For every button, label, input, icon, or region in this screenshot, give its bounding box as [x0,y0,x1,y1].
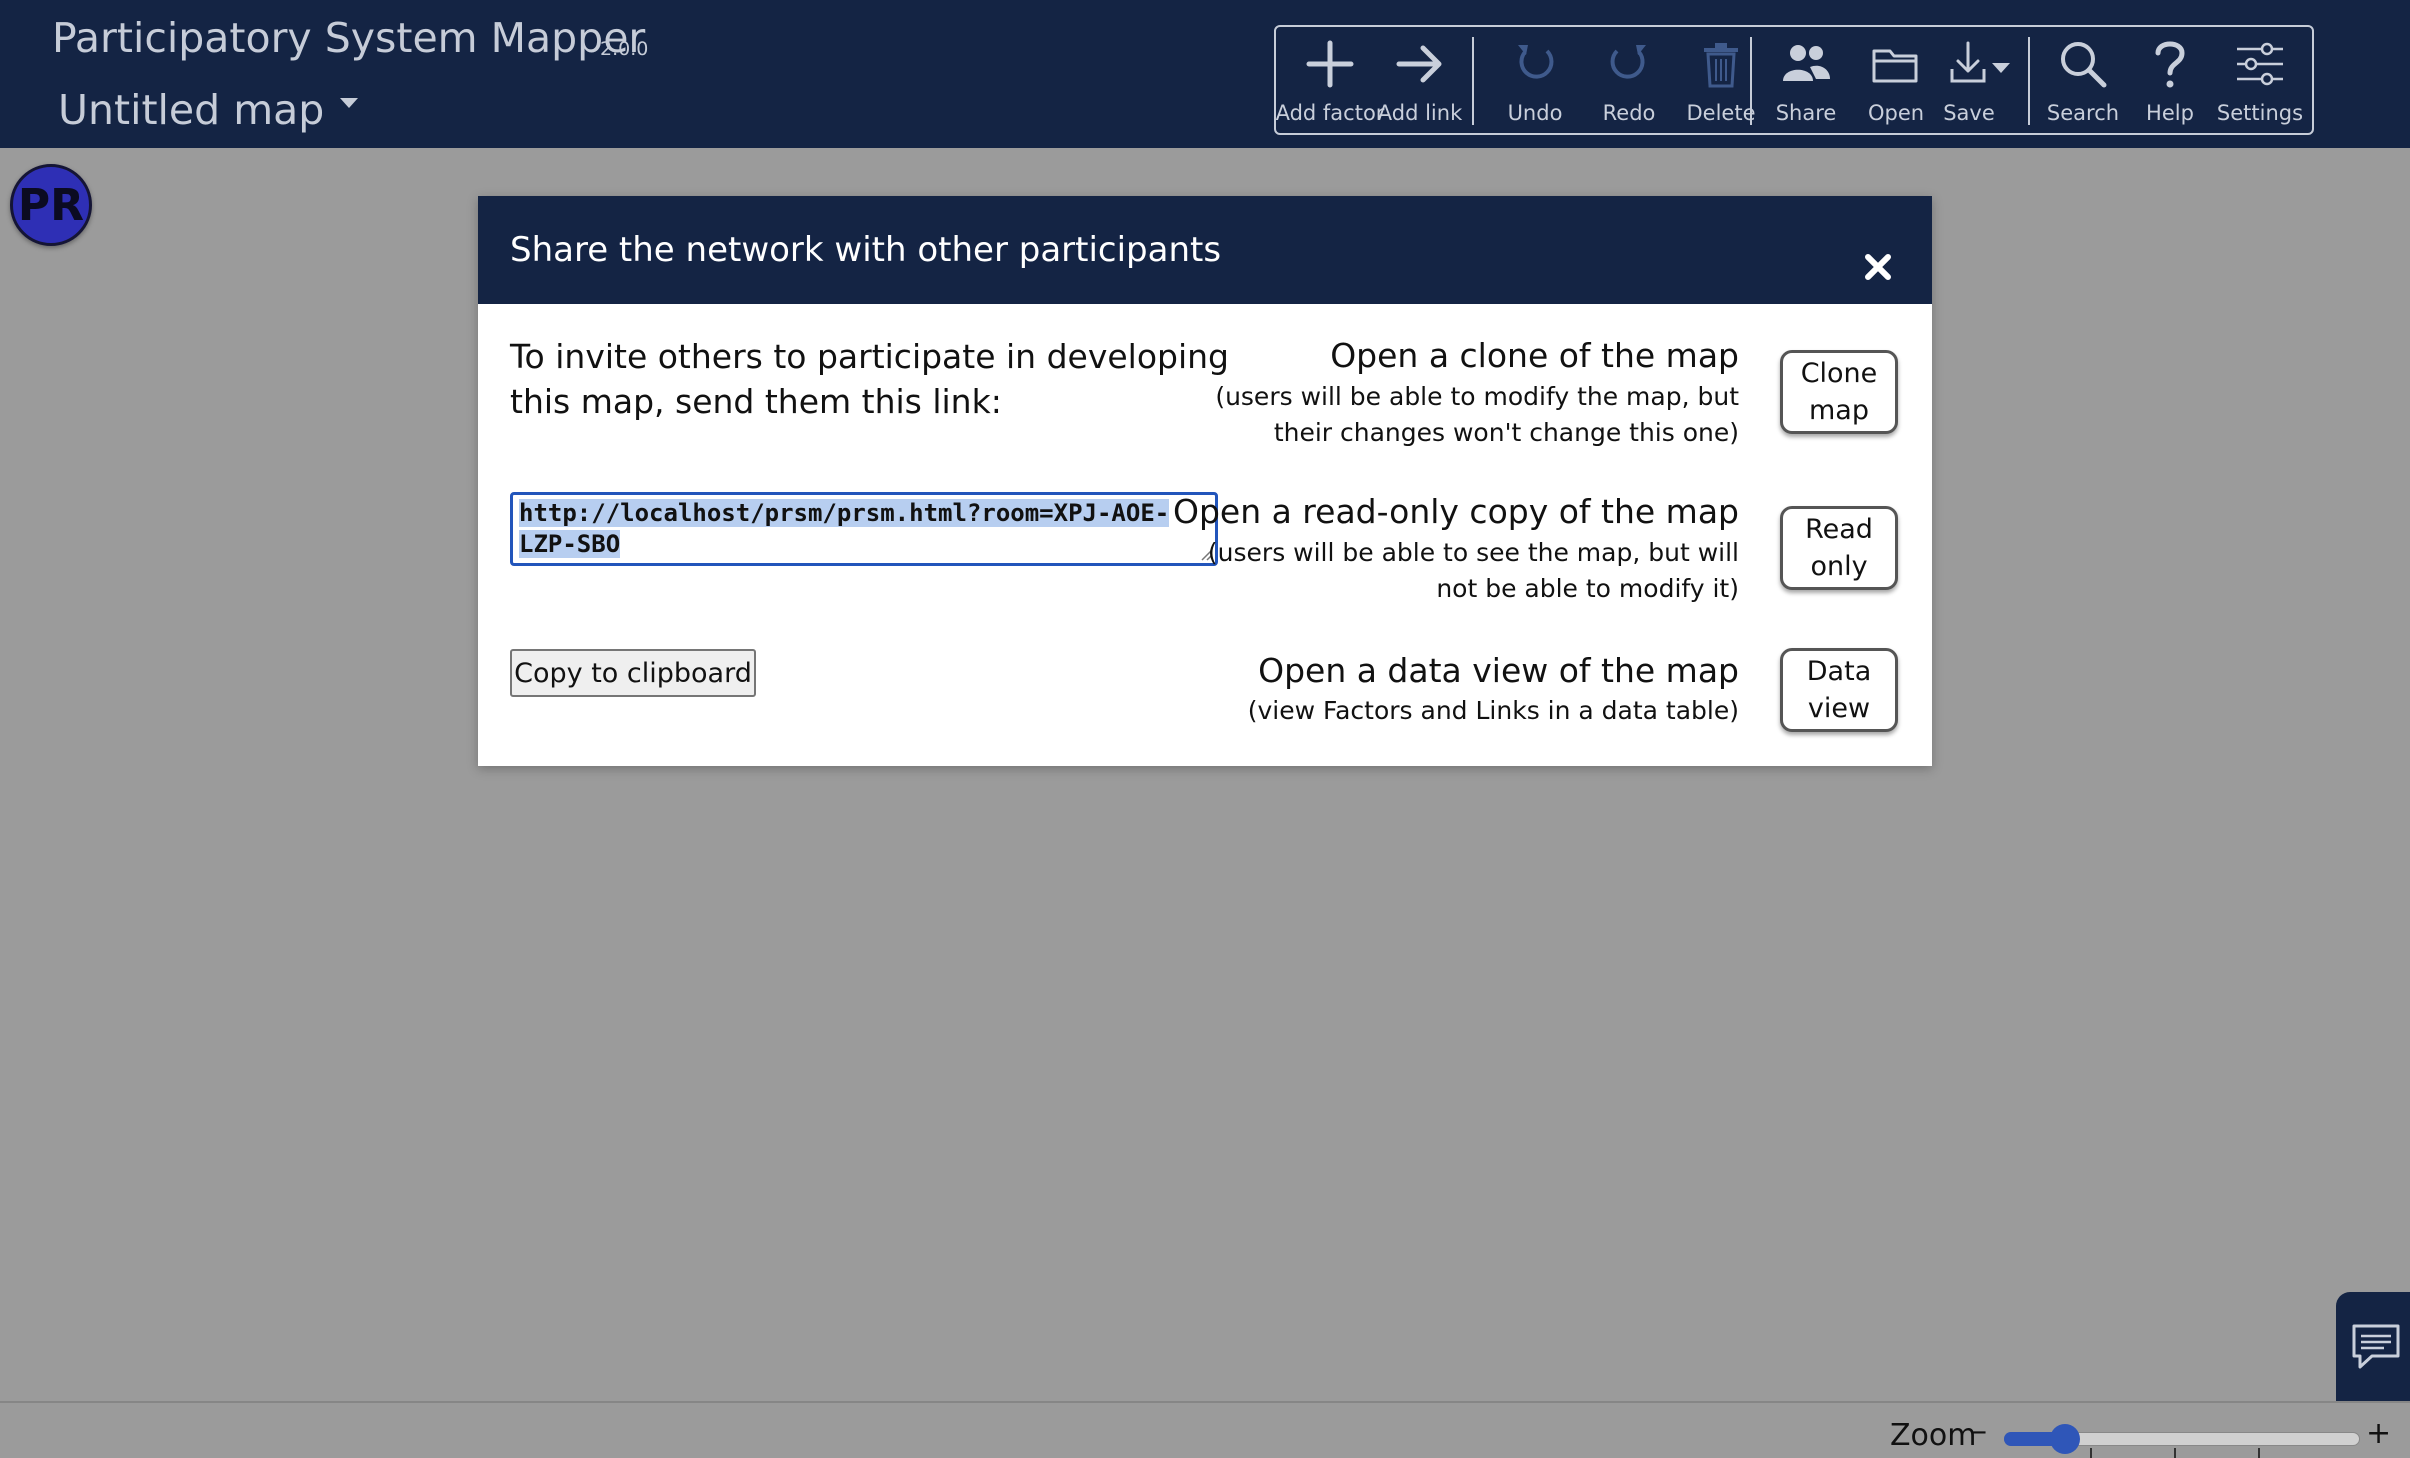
trash-icon [1699,27,1743,101]
clone-option-title: Open a clone of the map [1330,336,1739,375]
zoom-plus-button[interactable]: + [2366,1416,2391,1451]
chat-button[interactable] [2336,1292,2410,1401]
toolbar: Add factor Add link Undo Redo Delete Sha… [1274,25,2314,135]
read-only-option-desc-line2: not be able to modify it) [1436,574,1739,603]
bottom-bar [0,1401,2410,1458]
help-button[interactable]: Help [2134,27,2206,133]
zoom-label: Zoom [1890,1418,1977,1453]
share-dialog: Share the network with other participant… [478,196,1932,766]
zoom-slider-thumb[interactable] [2049,1424,2080,1454]
open-label: Open [1867,101,1925,125]
sliders-icon [2234,27,2286,101]
clone-map-button[interactable]: Clone map [1780,350,1898,434]
avatar[interactable]: PR [10,164,92,246]
toolbar-separator [1750,37,1752,125]
copy-to-clipboard-button[interactable]: Copy to clipboard [510,649,756,697]
invite-text: To invite others to participate in devel… [510,337,1230,421]
chat-icon [2352,1324,2400,1368]
settings-label: Settings [2216,101,2304,125]
read-only-button[interactable]: Read only [1780,506,1898,590]
map-title[interactable]: Untitled map [58,86,324,134]
dialog-title: Share the network with other participant… [510,230,1222,270]
undo-icon [1512,27,1558,101]
search-icon [2058,27,2108,101]
zoom-tick [2174,1448,2176,1458]
add-factor-button[interactable]: Add factor [1276,27,1384,133]
map-title-dropdown[interactable]: Untitled map [58,86,359,134]
help-label: Help [2146,101,2194,125]
settings-button[interactable]: Settings [2210,27,2310,133]
version-label: 2.0.0 [600,38,649,60]
folder-icon [1870,27,1922,101]
redo-label: Redo [1602,101,1656,125]
share-link-textarea[interactable]: http://localhost/prsm/prsm.html?room=XPJ… [510,492,1218,566]
data-view-option-desc-line1: (view Factors and Links in a data table) [1247,696,1739,725]
save-label: Save [1943,101,1995,125]
read-only-option-desc-line1: (users will be able to see the map, but … [1207,538,1739,567]
clone-option-desc-line1: (users will be able to modify the map, b… [1215,382,1739,411]
plus-icon [1305,27,1355,101]
zoom-minus-button[interactable]: – [1972,1414,1987,1449]
app-header: Participatory System Mapper 2.0.0 Untitl… [0,0,2410,148]
share-button[interactable]: Share [1760,27,1852,133]
save-button[interactable]: Save [1936,27,2024,133]
delete-label: Delete [1686,101,1756,125]
app-title: Participatory System Mapper [52,14,646,62]
zoom-tick [2090,1448,2092,1458]
dialog-header: Share the network with other participant… [478,196,1932,304]
close-button[interactable] [1860,249,1896,285]
zoom-tick [2258,1448,2260,1458]
share-label: Share [1775,101,1837,125]
caret-down-icon[interactable] [340,98,359,108]
data-view-option-title: Open a data view of the map [1258,651,1739,690]
add-link-label: Add link [1377,101,1463,125]
open-button[interactable]: Open [1854,27,1938,133]
search-label: Search [2046,101,2120,125]
read-only-option-title: Open a read-only copy of the map [1172,492,1739,531]
add-factor-label: Add factor [1275,101,1385,125]
data-view-button[interactable]: Data view [1780,648,1898,732]
download-icon [1948,27,2012,101]
search-button[interactable]: Search [2038,27,2128,133]
add-link-button[interactable]: Add link [1378,27,1462,133]
toolbar-separator [2028,37,2030,125]
clone-option-desc-line2: their changes won't change this one) [1273,418,1739,447]
question-icon [2150,27,2190,101]
undo-label: Undo [1507,101,1563,125]
users-icon [1780,27,1832,101]
arrow-right-icon [1395,27,1445,101]
redo-icon [1606,27,1652,101]
toolbar-separator [1472,37,1474,125]
share-link-text[interactable]: http://localhost/prsm/prsm.html?room=XPJ… [519,499,1170,558]
close-icon[interactable] [1860,249,1896,285]
